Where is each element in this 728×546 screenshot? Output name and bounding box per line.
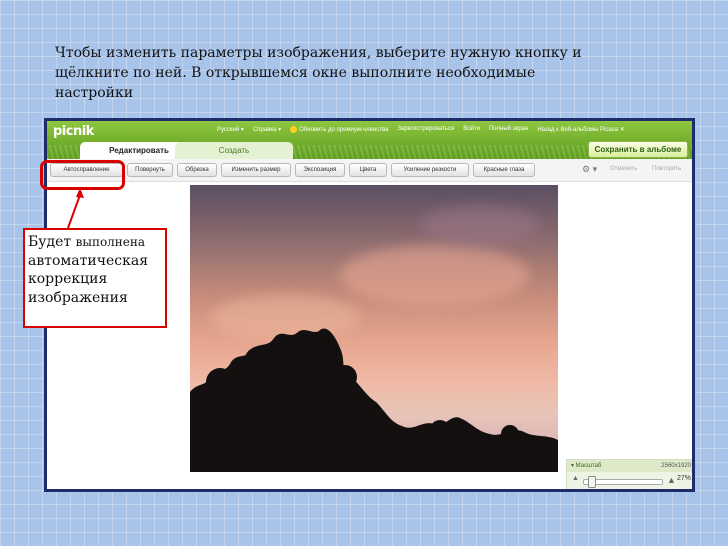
autofix-callout: Будет выполнена автоматическая коррекция… (23, 228, 167, 328)
callout-line-4: изображения (28, 289, 128, 306)
callout-line-2: автоматическая (28, 252, 149, 269)
callout-line-3: коррекция (28, 271, 108, 287)
callout-line-1: Будет выполнена (28, 234, 146, 250)
